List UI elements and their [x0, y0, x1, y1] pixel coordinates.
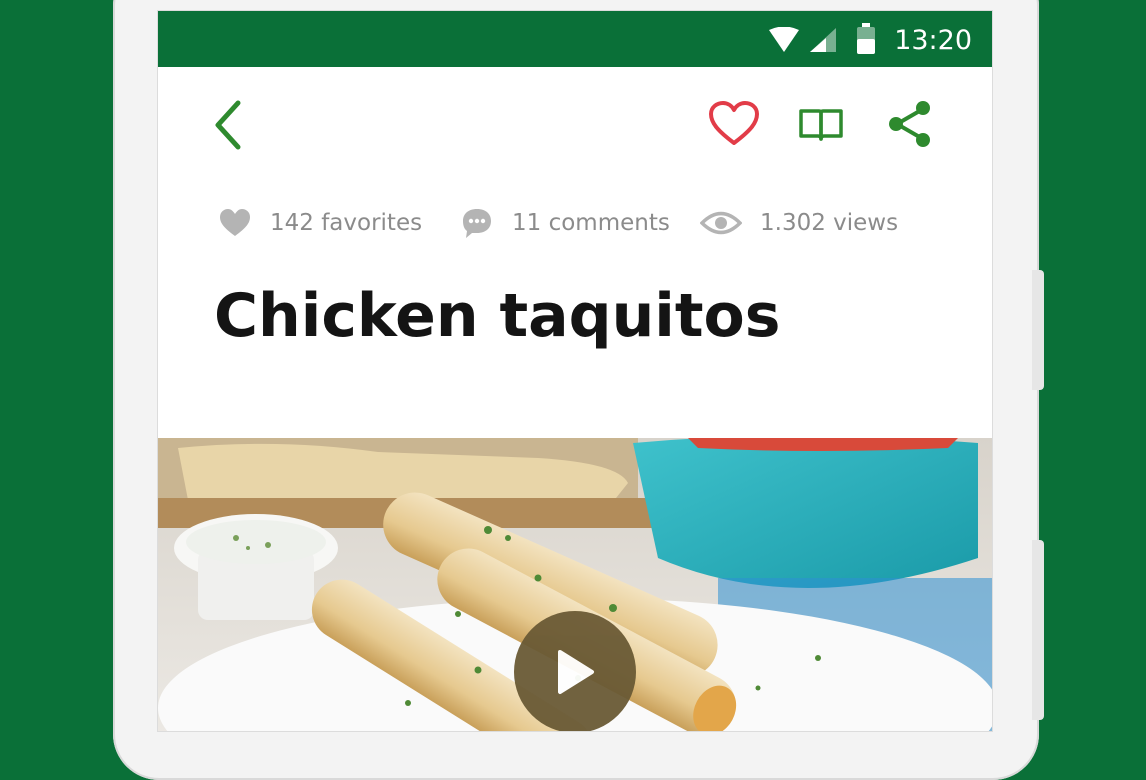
- favorites-stat: 142 favorites: [218, 201, 422, 245]
- share-icon[interactable]: [886, 99, 934, 149]
- recipe-stats: 142 favorites 11 comments 1.302 views: [158, 201, 992, 251]
- views-stat: 1.302 views: [700, 201, 898, 245]
- play-icon: [558, 650, 594, 694]
- eye-icon: [700, 211, 742, 235]
- status-bar: 13:20: [158, 11, 992, 67]
- comment-icon: [463, 209, 491, 238]
- heart-icon[interactable]: [708, 101, 760, 147]
- phone-side-button: [1032, 540, 1044, 720]
- heart-filled-icon: [220, 209, 250, 236]
- comments-count: 11 comments: [512, 210, 670, 236]
- app-bar: [158, 67, 992, 182]
- back-icon[interactable]: [210, 99, 244, 151]
- book-icon[interactable]: [798, 107, 844, 143]
- play-video-button[interactable]: [514, 611, 636, 731]
- phone-side-button: [1032, 270, 1044, 390]
- favorites-count: 142 favorites: [270, 210, 423, 236]
- app-screen: 13:20 142 favorites 11 comments 1.302 vi…: [157, 10, 993, 732]
- comments-stat: 11 comments: [460, 201, 670, 245]
- status-time: 13:20: [894, 25, 972, 56]
- recipe-title: Chicken taquitos: [214, 281, 781, 351]
- signal-icon: [810, 28, 836, 52]
- views-count: 1.302 views: [760, 210, 899, 236]
- battery-icon: [857, 23, 875, 54]
- wifi-icon: [769, 27, 799, 52]
